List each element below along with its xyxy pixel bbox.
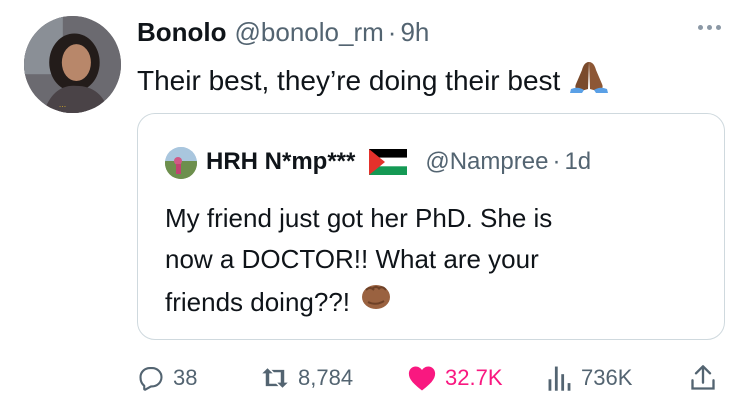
retweet-button[interactable]: 8,784 xyxy=(260,358,353,398)
quoted-text-line: My friend just got her PhD. She is xyxy=(165,203,553,233)
author-handle[interactable]: @bonolo_rm xyxy=(235,17,384,48)
quoted-text-line-last: friends doing??! xyxy=(165,280,705,324)
reply-count: 38 xyxy=(173,365,198,390)
quoted-author-name[interactable]: HRH N*mp*** xyxy=(206,148,355,176)
more-options-icon[interactable] xyxy=(698,20,728,34)
separator-dot: · xyxy=(387,16,397,47)
share-button[interactable] xyxy=(690,358,716,398)
reply-button[interactable]: 38 xyxy=(137,358,197,398)
like-button[interactable]: 32.7K xyxy=(407,358,503,398)
quoted-author-handle[interactable]: @Nampree xyxy=(425,148,548,176)
quoted-separator-dot: · xyxy=(552,148,561,175)
quoted-text: My friend just got her PhD. She is now a… xyxy=(165,198,705,324)
retweet-count: 8,784 xyxy=(298,365,354,390)
quoted-text-line: friends doing??! xyxy=(165,286,351,317)
quoted-tweet[interactable]: HRH N*mp*** @Nampree · 1d My friend just… xyxy=(137,113,725,340)
views-count: 736K xyxy=(581,365,633,390)
oncoming-fist-icon xyxy=(358,280,394,324)
like-count: 32.7K xyxy=(445,365,503,390)
quoted-text-line: now a DOCTOR!! What are your xyxy=(165,244,539,274)
quoted-timestamp[interactable]: 1d xyxy=(564,148,591,176)
quoted-avatar[interactable] xyxy=(165,147,197,179)
tweet: ... Bonolo @bonolo_rm · 9h Their best, t… xyxy=(0,0,750,410)
views-icon xyxy=(547,364,573,392)
share-icon xyxy=(690,364,716,392)
timestamp[interactable]: 9h xyxy=(400,17,429,48)
svg-text:...: ... xyxy=(59,99,66,109)
folded-hands-icon xyxy=(568,56,610,105)
views-button[interactable]: 736K xyxy=(547,358,632,398)
palestine-flag-icon xyxy=(369,149,408,175)
tweet-header: Bonolo @bonolo_rm · 9h xyxy=(137,12,429,52)
avatar[interactable]: ... xyxy=(24,16,121,113)
heart-icon xyxy=(407,364,437,392)
retweet-icon xyxy=(260,364,290,392)
tweet-text-content: Their best, they’re doing their best xyxy=(137,64,561,96)
reply-icon xyxy=(137,364,165,392)
tweet-text: Their best, they’re doing their best xyxy=(137,56,610,105)
quoted-header: HRH N*mp*** @Nampree · 1d xyxy=(206,142,591,182)
author-name[interactable]: Bonolo xyxy=(137,17,227,48)
action-bar: 38 8,784 32.7K 736K xyxy=(137,358,727,398)
